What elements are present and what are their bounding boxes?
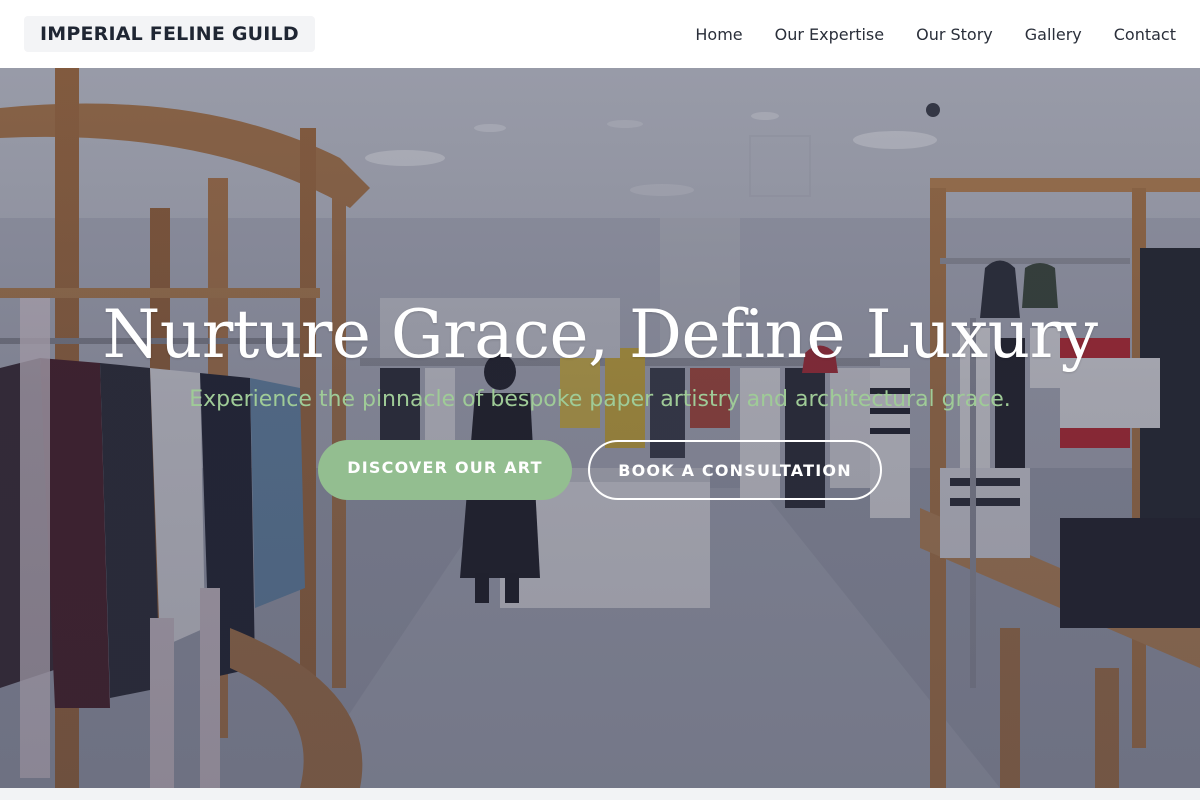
hero-buttons: DISCOVER OUR ART BOOK A CONSULTATION: [318, 440, 882, 500]
nav-item-home[interactable]: Home: [695, 25, 742, 44]
nav-item-gallery[interactable]: Gallery: [1025, 25, 1082, 44]
nav-item-our-expertise[interactable]: Our Expertise: [775, 25, 884, 44]
hero-content: Nurture Grace, Define Luxury Experience …: [0, 68, 1200, 788]
hero-title: Nurture Grace, Define Luxury: [102, 296, 1098, 373]
nav-item-our-story[interactable]: Our Story: [916, 25, 993, 44]
site-header: IMPERIAL FELINE GUILD Home Our Expertise…: [0, 0, 1200, 68]
site-logo[interactable]: IMPERIAL FELINE GUILD: [24, 16, 315, 52]
discover-our-art-button[interactable]: DISCOVER OUR ART: [318, 440, 572, 500]
hero-section: Nurture Grace, Define Luxury Experience …: [0, 68, 1200, 788]
next-section-edge: [0, 788, 1200, 800]
main-nav: Home Our Expertise Our Story Gallery Con…: [695, 25, 1176, 44]
book-consultation-button[interactable]: BOOK A CONSULTATION: [588, 440, 882, 500]
hero-subtitle: Experience the pinnacle of bespoke paper…: [189, 387, 1011, 412]
nav-item-contact[interactable]: Contact: [1114, 25, 1176, 44]
